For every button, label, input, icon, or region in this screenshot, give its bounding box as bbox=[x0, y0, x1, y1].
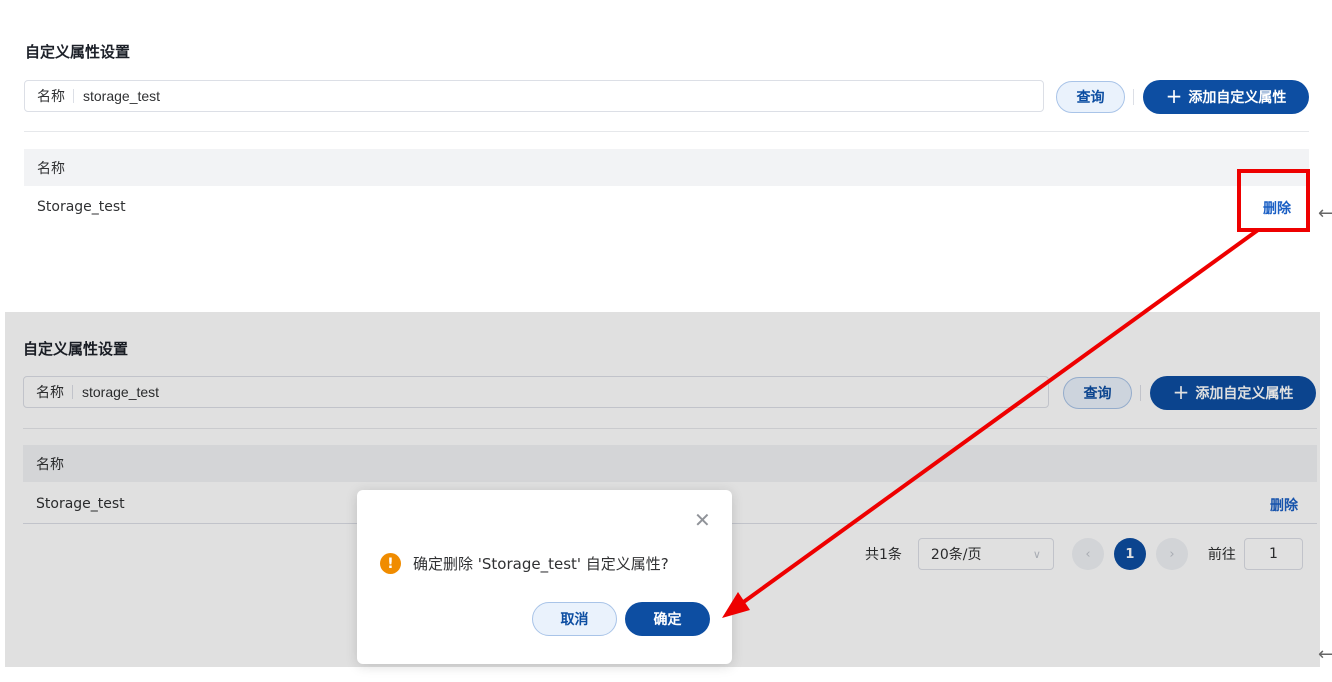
column-header-name: 名称 bbox=[36, 456, 64, 473]
page-size-value: 20条/页 bbox=[930, 547, 982, 563]
goto-page-input[interactable]: 1 bbox=[1243, 538, 1303, 570]
next-page-button[interactable]: › bbox=[1155, 538, 1188, 570]
warning-icon: ! bbox=[380, 553, 401, 574]
add-custom-attribute-button[interactable]: + 添加自定义属性 bbox=[1143, 80, 1309, 114]
goto-label: 前往 bbox=[1207, 547, 1236, 563]
page-title: 自定义属性设置 bbox=[25, 43, 131, 61]
pagination: 共1条 20条/页 ∨ ‹ 1 › 前往 1 bbox=[865, 538, 1303, 570]
table-header: 名称 bbox=[24, 149, 1309, 186]
search-input[interactable]: 名称 storage_test bbox=[23, 376, 1049, 408]
section-divider bbox=[24, 131, 1309, 132]
confirm-button[interactable]: 确定 bbox=[625, 602, 710, 636]
search-field-label: 名称 bbox=[36, 385, 64, 401]
arrow-left-icon: ← bbox=[1318, 203, 1332, 224]
page-title: 自定义属性设置 bbox=[23, 340, 129, 358]
add-button-label: 添加自定义属性 bbox=[1188, 90, 1287, 106]
add-button-label: 添加自定义属性 bbox=[1195, 386, 1294, 402]
toolbar-divider bbox=[1140, 385, 1141, 401]
page-size-select[interactable]: 20条/页 ∨ bbox=[917, 538, 1054, 570]
plus-icon: + bbox=[1172, 380, 1190, 404]
query-button[interactable]: 查询 bbox=[1063, 377, 1132, 409]
query-button[interactable]: 查询 bbox=[1056, 81, 1125, 113]
dialog-message-text: 确定删除 'Storage_test' 自定义属性? bbox=[413, 555, 669, 573]
delete-link[interactable]: 删除 bbox=[1270, 495, 1298, 515]
column-header-name: 名称 bbox=[37, 160, 65, 177]
add-custom-attribute-button[interactable]: + 添加自定义属性 bbox=[1150, 376, 1316, 410]
page-1-button[interactable]: 1 bbox=[1113, 538, 1146, 570]
search-input[interactable]: 名称 storage_test bbox=[24, 80, 1044, 112]
chevron-right-icon: › bbox=[1169, 546, 1175, 562]
close-icon[interactable]: ✕ bbox=[694, 510, 711, 530]
row-name-cell: Storage_test bbox=[36, 495, 125, 512]
search-value[interactable]: storage_test bbox=[73, 384, 159, 400]
total-count: 共1条 bbox=[865, 547, 902, 563]
arrow-left-icon: ← bbox=[1318, 644, 1332, 665]
dialog-message: ! 确定删除 'Storage_test' 自定义属性? bbox=[380, 553, 669, 574]
search-value[interactable]: storage_test bbox=[74, 88, 160, 104]
row-name-cell: Storage_test bbox=[37, 199, 126, 215]
table-row: Storage_test bbox=[24, 187, 1309, 227]
plus-icon: + bbox=[1165, 84, 1183, 108]
cancel-button[interactable]: 取消 bbox=[532, 602, 617, 636]
annotation-highlight-box bbox=[1237, 169, 1310, 232]
section-divider bbox=[23, 428, 1317, 429]
chevron-left-icon: ‹ bbox=[1085, 546, 1091, 562]
chevron-down-icon: ∨ bbox=[1032, 547, 1041, 561]
confirm-delete-dialog: ✕ ! 确定删除 'Storage_test' 自定义属性? 取消 确定 bbox=[357, 490, 732, 664]
search-field-label: 名称 bbox=[37, 89, 65, 105]
table-header: 名称 bbox=[23, 445, 1317, 482]
prev-page-button[interactable]: ‹ bbox=[1071, 538, 1104, 570]
toolbar-divider bbox=[1133, 89, 1134, 105]
